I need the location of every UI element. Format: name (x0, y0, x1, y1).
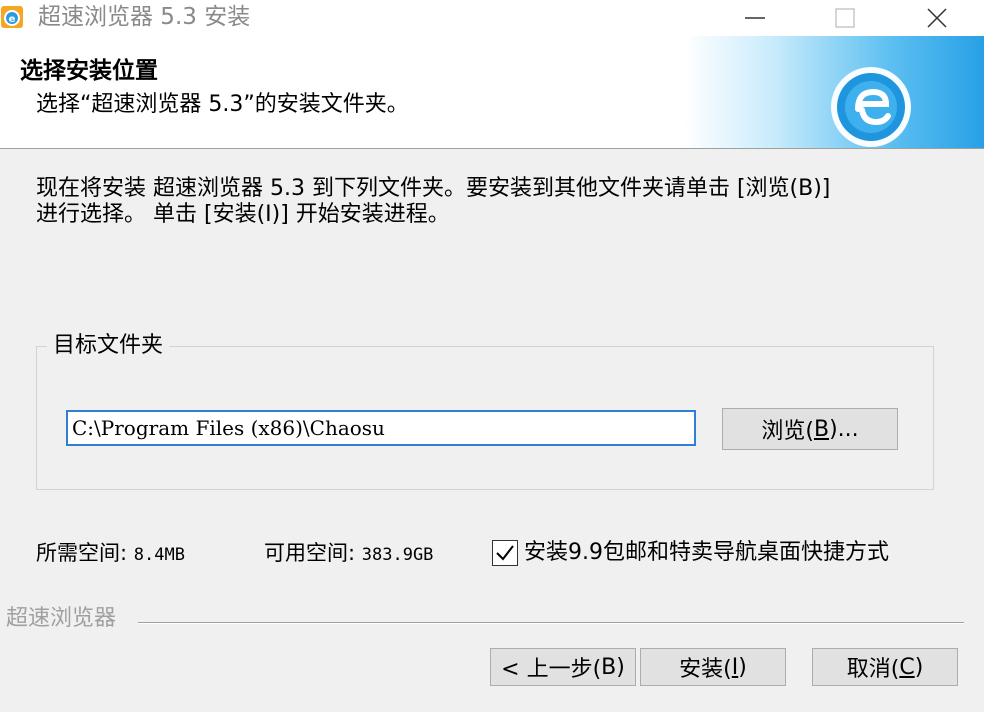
browser-logo-icon: e (0, 3, 26, 31)
page-subtitle: 选择“超速浏览器 5.3”的安装文件夹。 (36, 92, 409, 117)
minimize-button[interactable] (710, 0, 800, 36)
install-path-input[interactable] (66, 410, 696, 446)
close-icon (927, 8, 947, 28)
install-button[interactable]: 安装(I) (640, 648, 786, 686)
svg-text:e: e (9, 14, 16, 25)
branding-divider (138, 622, 964, 624)
maximize-button[interactable] (800, 0, 890, 36)
browser-e-logo-icon (828, 64, 914, 148)
installer-window: e 超速浏览器 5.3 安装 选择安装位置 选择“超速浏览器 5.3”的安装文件… (0, 0, 984, 712)
branding-text: 超速浏览器 (6, 606, 117, 631)
shortcut-checkbox[interactable] (492, 540, 518, 566)
maximize-icon (835, 8, 855, 28)
back-button[interactable]: < 上一步(B) (490, 648, 636, 686)
required-space: 所需空间: 8.4MB (36, 541, 185, 565)
window-title: 超速浏览器 5.3 安装 (38, 4, 251, 30)
destination-folder-legend: 目标文件夹 (53, 333, 164, 358)
minimize-icon (745, 17, 765, 19)
browse-button[interactable]: 浏览(B)... (722, 408, 898, 450)
shortcut-checkbox-label[interactable]: 安装9.9包邮和特卖导航桌面快捷方式 (524, 538, 889, 568)
instructions-line-2: 进行选择。 单击 [安装(I)] 开始安装进程。 (36, 202, 450, 227)
page-header: 选择安装位置 选择“超速浏览器 5.3”的安装文件夹。 (0, 36, 984, 149)
branding-row: 超速浏览器 (0, 604, 984, 634)
page-title: 选择安装位置 (20, 58, 158, 84)
title-bar: e 超速浏览器 5.3 安装 (0, 0, 984, 36)
close-button[interactable] (892, 0, 982, 36)
instructions: 现在将安装 超速浏览器 5.3 到下列文件夹。要安装到其他文件夹请单击 [浏览(… (36, 176, 936, 228)
instructions-line-1: 现在将安装 超速浏览器 5.3 到下列文件夹。要安装到其他文件夹请单击 [浏览(… (36, 176, 831, 201)
available-space: 可用空间: 383.9GB (264, 541, 434, 565)
checkmark-icon (496, 545, 514, 561)
cancel-button[interactable]: 取消(C) (812, 648, 958, 686)
